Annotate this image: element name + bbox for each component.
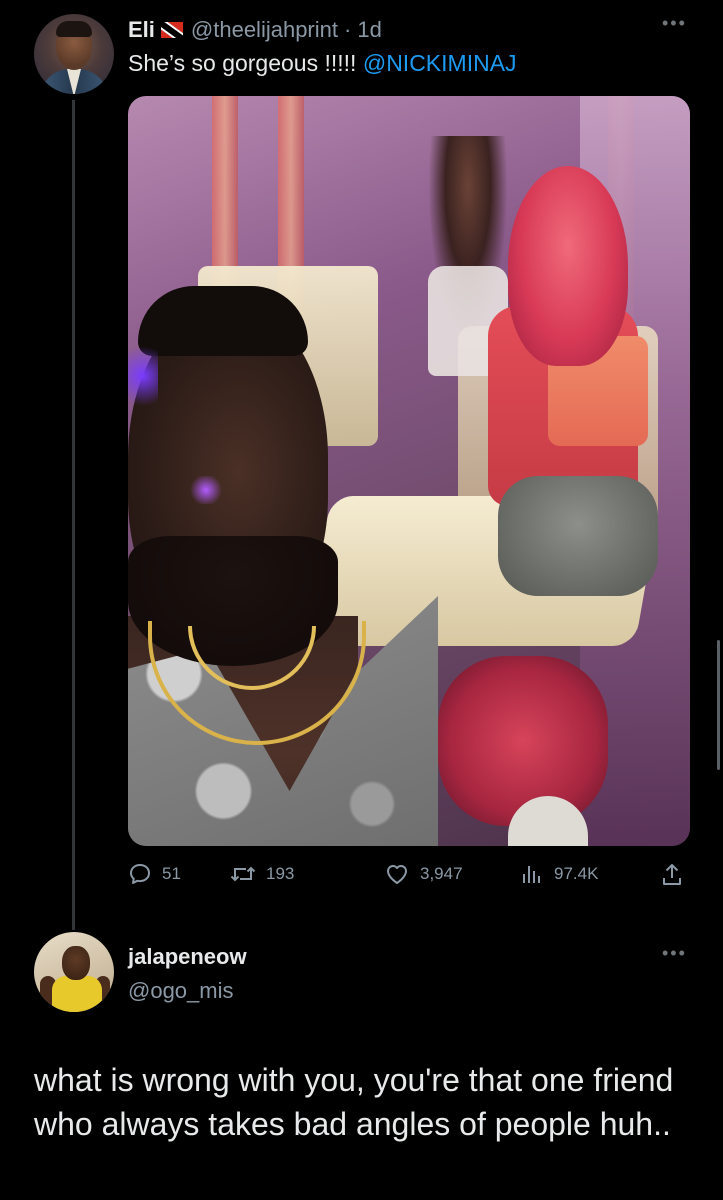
avatar-tank-top bbox=[52, 976, 102, 1012]
scrollbar[interactable] bbox=[717, 640, 720, 770]
tweet-text-body: She’s so gorgeous !!!!! bbox=[128, 50, 363, 76]
avatar-head bbox=[62, 946, 90, 980]
tweet-photo[interactable] bbox=[128, 96, 690, 846]
photo-red-hair bbox=[508, 166, 628, 366]
retweet-icon bbox=[230, 862, 256, 886]
mention-link[interactable]: @NICKIMINAJ bbox=[363, 50, 517, 76]
separator-dot: · bbox=[344, 17, 352, 42]
reply-text: what is wrong with you, you're that one … bbox=[34, 1062, 674, 1142]
timeline: Eli @theelijahprint · 1d ••• She’s so go… bbox=[0, 0, 723, 1200]
avatar[interactable] bbox=[34, 932, 114, 1012]
photo-man-hair bbox=[138, 286, 308, 356]
thread-line bbox=[72, 100, 75, 930]
more-icon[interactable]: ••• bbox=[662, 944, 687, 962]
tweet-actions: 51 193 3,947 97.4K bbox=[128, 862, 690, 892]
share-button[interactable] bbox=[660, 862, 684, 888]
more-icon[interactable]: ••• bbox=[662, 14, 687, 32]
reply-count: 51 bbox=[162, 864, 181, 883]
avatar-hair bbox=[56, 21, 92, 37]
heart-icon bbox=[384, 862, 410, 886]
photo-purple-glow bbox=[188, 476, 224, 504]
view-count: 97.4K bbox=[554, 864, 599, 883]
tweet-text: She’s so gorgeous !!!!! @NICKIMINAJ bbox=[128, 50, 517, 77]
retweet-count: 193 bbox=[266, 864, 295, 883]
like-count: 3,947 bbox=[420, 864, 463, 883]
retweet-button[interactable]: 193 bbox=[230, 862, 294, 886]
views-icon bbox=[520, 862, 544, 886]
author-handle[interactable]: @theelijahprint bbox=[191, 17, 338, 43]
like-button[interactable]: 3,947 bbox=[384, 862, 463, 886]
tweet-header: Eli @theelijahprint · 1d bbox=[128, 17, 382, 43]
photo-red-cloth bbox=[438, 656, 608, 826]
reply-button[interactable]: 51 bbox=[128, 862, 181, 886]
reply-author-handle[interactable]: @ogo_mis bbox=[128, 978, 234, 1004]
tweet[interactable]: Eli @theelijahprint · 1d ••• She’s so go… bbox=[0, 0, 723, 930]
avatar[interactable] bbox=[34, 14, 114, 94]
trinidad-flag-icon bbox=[160, 22, 183, 38]
author-display-name[interactable]: Eli bbox=[128, 17, 155, 43]
views-button[interactable]: 97.4K bbox=[520, 862, 598, 886]
reply-icon bbox=[128, 862, 152, 886]
tweet-timestamp[interactable]: 1d bbox=[357, 17, 381, 43]
reply-author-display-name[interactable]: jalapeneow bbox=[128, 944, 247, 970]
photo-purple-glow bbox=[128, 336, 158, 416]
share-icon bbox=[660, 862, 684, 888]
photo-pants bbox=[498, 476, 658, 596]
